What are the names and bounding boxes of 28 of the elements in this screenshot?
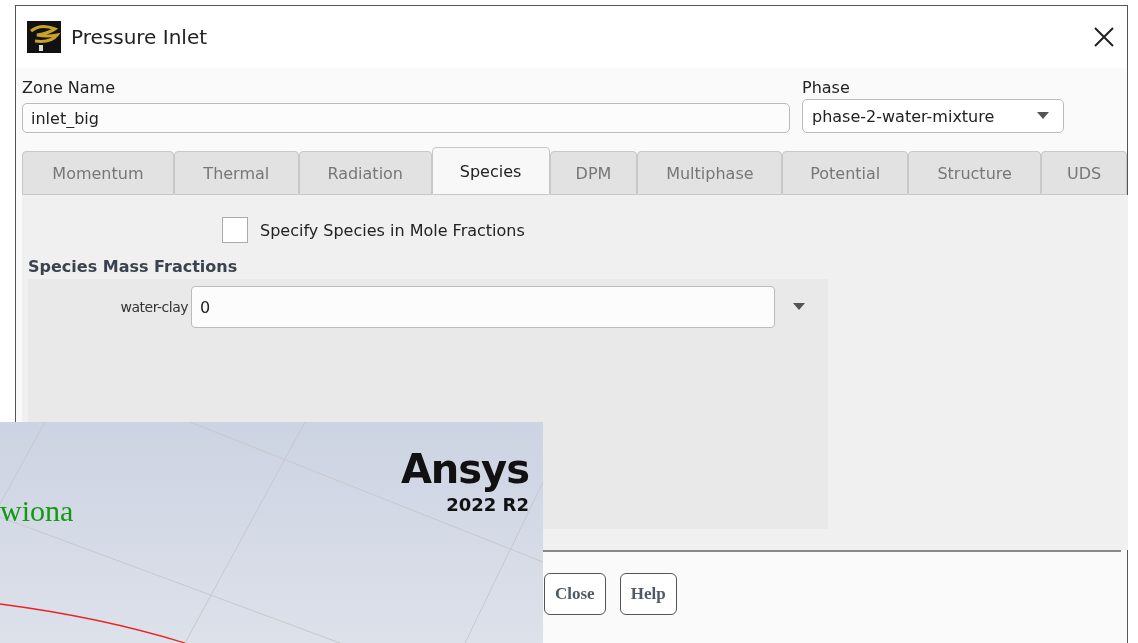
checkbox[interactable] — [222, 217, 248, 243]
tab[interactable]: Radiation — [298, 151, 432, 195]
dialog-button[interactable]: Close — [544, 573, 606, 615]
field-label: Zone Name — [22, 78, 117, 97]
species-value-field[interactable]: 0 — [191, 286, 775, 328]
section-title: Species Mass Fractions — [28, 257, 239, 276]
checkbox-label: Specify Species in Mole Fractions — [260, 220, 525, 240]
splash-text: wiona — [0, 494, 74, 528]
tab[interactable]: Structure — [908, 151, 1042, 195]
tab[interactable]: Multiphase — [637, 151, 783, 195]
close-icon[interactable] — [1093, 26, 1115, 48]
window-title: Pressure Inlet — [71, 25, 209, 49]
tab[interactable]: Thermal — [173, 151, 299, 195]
app-icon — [27, 21, 61, 53]
field-label: Phase — [802, 78, 851, 97]
dialog-button[interactable]: Help — [619, 573, 677, 615]
tab[interactable]: Potential — [782, 151, 909, 195]
caret-icon[interactable] — [793, 303, 805, 311]
tab[interactable]: Momentum — [22, 151, 174, 195]
logo-text: Ansys — [400, 446, 529, 492]
tab[interactable]: UDS — [1041, 151, 1127, 195]
tab[interactable]: DPM — [549, 151, 638, 195]
species-label: water-clay — [119, 299, 188, 315]
phase-dropdown[interactable]: phase-2-water-mixture — [802, 99, 1064, 133]
tab[interactable]: Species — [431, 147, 550, 195]
version-text: 2022 R2 — [446, 494, 529, 515]
caret-icon — [1037, 112, 1049, 120]
zone-name-field[interactable]: inlet_big — [22, 103, 790, 133]
